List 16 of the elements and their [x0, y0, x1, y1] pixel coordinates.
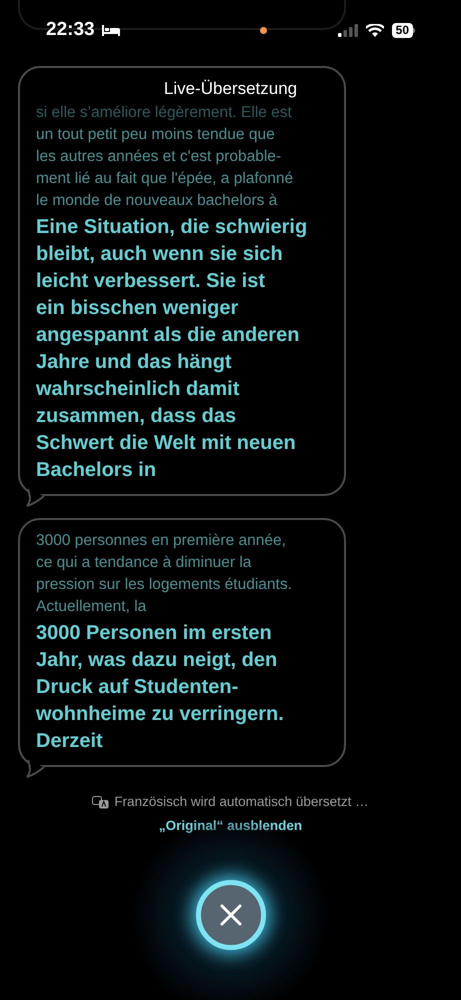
translated-text: Eine Situation, die schwierig bleibt, auch wenn sie sich leicht verbessert. Sie ist ein bisschen weniger angespannt als die anderen Jahre und das hängt wahrscheinlich damit zusammen, dass das Schwert die Welt mit neuen Bachelors in [36, 215, 308, 483]
bed-icon [100, 24, 121, 36]
translate-icon [92, 796, 110, 809]
signal-icon [338, 24, 358, 36]
battery-icon: 50 [392, 22, 415, 38]
original-text: un tout petit peu moins tendue que les autres années et c'est probable- ment lié au fait que l'épée, a plafonné le monde de nouveaux bachelors à [36, 125, 294, 211]
close-icon [220, 904, 242, 926]
time: 22:33 [46, 18, 95, 42]
status-text: Französisch wird automatisch übersetzt … [114, 793, 369, 811]
screen-title: Live-Übersetzung [162, 78, 298, 100]
hide-original-link[interactable]: „Original“ ausblenden [158, 816, 302, 836]
faded-original-text: si elle s’améliore légèrement. Elle est [36, 103, 293, 123]
close-button[interactable] [196, 880, 266, 950]
wifi-icon [366, 24, 384, 36]
original-text: 3000 personnes en première année, ce qui a tendance à diminuer la pression sur les logements étudiants. Actuellement, la [36, 531, 293, 617]
translated-text: 3000 Personen im ersten Jahr, was dazu neigt, den Druck auf Studenten- wohnheime zu verringern. Derzeit [36, 621, 285, 754]
